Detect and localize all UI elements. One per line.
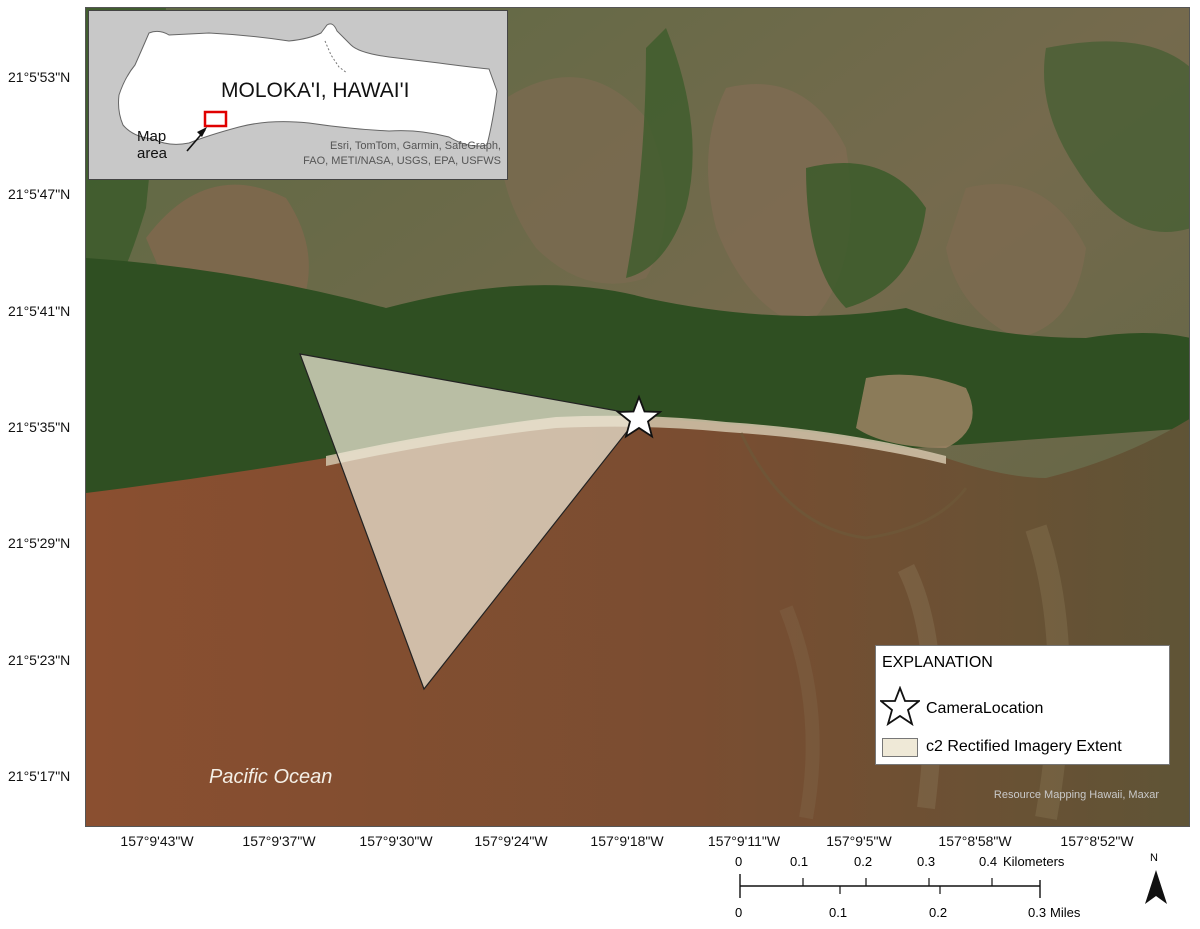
scale-km-tick: 0.2 xyxy=(854,854,873,869)
lat-label: 21°5'35"N xyxy=(8,419,71,435)
scale-line xyxy=(739,874,1041,898)
lat-label: 21°5'47"N xyxy=(8,186,71,202)
lat-label: 21°5'41"N xyxy=(8,303,71,319)
legend-camera-label: CameraLocation xyxy=(926,700,1044,717)
lat-label: 21°5'53"N xyxy=(8,69,71,85)
map-frame[interactable]: MOLOKA'I, HAWAI'I Map area Esri, TomTom,… xyxy=(85,7,1190,827)
scale-mile-tick: 0.1 xyxy=(829,905,848,920)
scale-mile-tick: 0.2 xyxy=(929,905,948,920)
scale-km-tick: 0.3 xyxy=(917,854,936,869)
lon-label: 157°9'18"W xyxy=(590,833,664,849)
lon-label: 157°9'43"W xyxy=(120,833,194,849)
scale-km-unit: Kilometers xyxy=(1003,854,1065,869)
scale-km-tick: 0.1 xyxy=(790,854,809,869)
lon-label: 157°9'30"W xyxy=(359,833,433,849)
inset-attribution: Esri, TomTom, Garmin, SafeGraph, FAO, ME… xyxy=(241,139,501,169)
legend-extent-swatch xyxy=(882,738,918,757)
attribution-line-1: Esri, TomTom, Garmin, SafeGraph, xyxy=(330,140,501,152)
star-icon xyxy=(880,686,920,726)
lat-label: 21°5'23"N xyxy=(8,652,71,668)
scale-mile-tick: 0.3 xyxy=(1028,905,1047,920)
map-legend: EXPLANATION CameraLocation c2 Rectified … xyxy=(875,645,1170,765)
lat-label: 21°5'29"N xyxy=(8,535,71,551)
inset-map-area-label: Map area xyxy=(137,128,168,162)
legend-title: EXPLANATION xyxy=(882,654,993,671)
lon-label: 157°9'5"W xyxy=(826,833,892,849)
inset-title: MOLOKA'I, HAWAI'I xyxy=(221,79,410,102)
lat-label: 21°5'17"N xyxy=(8,768,71,784)
scale-mile-tick: 0 xyxy=(735,905,743,920)
basemap-attribution: Resource Mapping Hawaii, Maxar xyxy=(993,789,1159,801)
legend-extent-label: c2 Rectified Imagery Extent xyxy=(926,738,1122,755)
attribution-line-2: FAO, METI/NASA, USGS, EPA, USFWS xyxy=(303,155,501,167)
lon-label: 157°8'58"W xyxy=(938,833,1012,849)
lon-label: 157°8'52"W xyxy=(1060,833,1134,849)
lon-label: 157°9'24"W xyxy=(474,833,548,849)
inset-locator-map: MOLOKA'I, HAWAI'I Map area Esri, TomTom,… xyxy=(88,10,508,180)
scale-km-tick: 0.4 xyxy=(979,854,998,869)
north-arrow-icon xyxy=(1145,870,1167,904)
ocean-label: Pacific Ocean xyxy=(209,766,333,788)
lon-label: 157°9'37"W xyxy=(242,833,316,849)
scale-km-tick: 0 xyxy=(735,854,743,869)
lon-label: 157°9'11"W xyxy=(707,833,781,849)
scale-mile-unit: Miles xyxy=(1050,905,1081,920)
